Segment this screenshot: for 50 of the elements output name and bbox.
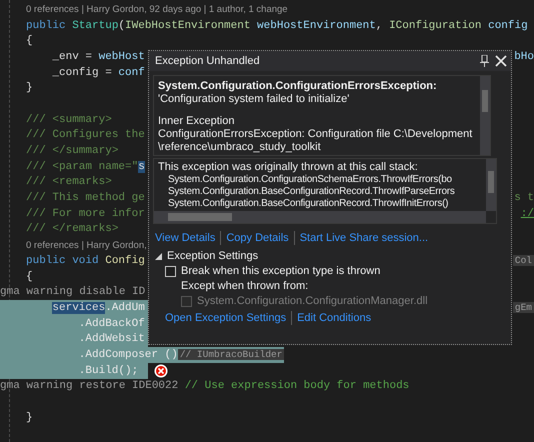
exception-type: System.Configuration.ConfigurationErrorsException: [158,80,438,92]
close-icon[interactable] [495,55,507,67]
scrollbar[interactable] [486,159,496,211]
code-line: /// <param name="s [26,160,145,175]
code-fragment: bHo [514,50,534,63]
code-line: } [26,81,33,96]
code-line: { [26,34,33,50]
exception-message: 'Configuration system failed to initialize' [158,93,350,105]
code-line: /// <remarks> [26,175,112,190]
code-line: /// </remarks> [26,222,118,238]
code-line: public void Config [26,254,145,269]
link[interactable]: Edit Conditions [297,312,372,324]
popup-title: Exception Unhandled [155,55,261,67]
section-heading: Exception Settings [167,250,258,262]
code-line: { [26,270,33,284]
link[interactable]: Copy Details [226,232,289,244]
inner-exception-heading: Inner Exception [158,115,236,127]
link[interactable]: View Details [155,232,216,244]
code-line: /// </summary> [26,144,118,159]
code-line: /// This method ge [26,191,145,206]
code-line: /// For more infor [26,206,145,222]
code-line: _env = webHost [52,50,145,65]
call-stack-heading: This exception was originally thrown at this call stack: [158,161,419,173]
link[interactable]: Open Exception Settings [165,312,286,324]
expand-arrow-icon[interactable] [155,252,162,260]
code-line: gma warning disable ID [0,285,146,300]
inner-exception-text: ConfigurationErrorsException: Configuration file C:\Development [158,128,474,140]
stack-frame: System.Configuration.BaseConfigurationRecord.ThrowIfInitErrors() [158,198,484,209]
except-label: Except when thrown from: [180,280,310,292]
checkbox-label: System.Configuration.ConfigurationManager.dll [197,295,428,307]
code-fragment: :/ [520,208,534,220]
scrollbar[interactable] [480,76,490,155]
code-line: public Startup(IWebHostEnvironment webHostEnvironment, IConfiguration config [26,18,528,34]
link[interactable]: Start Live Share session... [300,232,428,244]
code-line: _config = conf [52,66,145,80]
stack-frame: System.Configuration.ConfigurationSchemaErrors.ThrowIfErrors(bo [158,174,484,185]
inner-exception-text: \reference\umbraco_study_toolkit [158,141,322,153]
pin-icon[interactable] [480,55,489,67]
code-lens: 0 references | Harry Gordon, [26,238,147,253]
code-line: /// Configures the [26,128,145,144]
code-fragment: s t [514,192,534,204]
scrollbar[interactable] [154,211,486,223]
code-line: gma warning restore IDE0022 // Use expression body for methods [0,379,410,394]
checkbox-label: Break when this exception type is thrown [181,265,380,277]
stack-frame: System.Configuration.BaseConfigurationRecord.ThrowIfParseErrors [158,186,484,197]
code-fragment: Col [512,255,534,266]
code-fragment: gEm [512,302,534,314]
code-line: } [26,410,33,426]
code-line: /// <summary> [26,112,112,128]
code-lens: 0 references | Harry Gordon, 92 days ago | 1 author, 1 change [26,3,288,18]
